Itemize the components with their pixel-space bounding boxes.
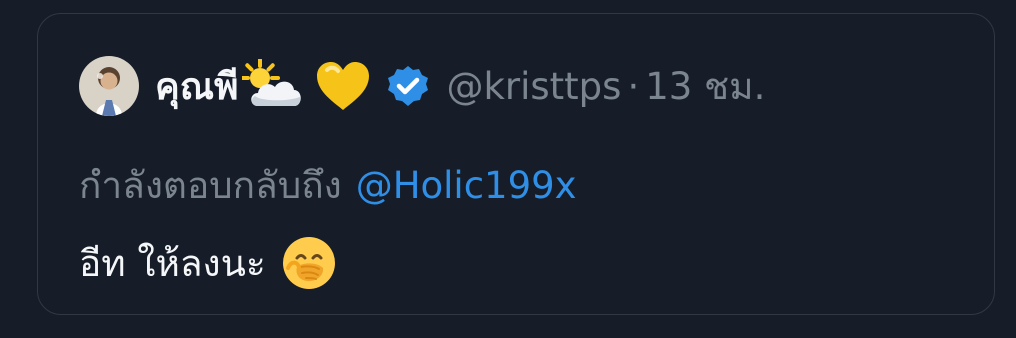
reply-prefix: กำลังตอบกลับถึง: [79, 163, 342, 207]
tweet-header: คุณพี @kristtps · 13 ชม.: [79, 56, 765, 116]
sun-behind-cloud-icon: [242, 59, 306, 113]
tweet-text: อีท ให้ลงนะ: [79, 241, 266, 285]
meta-separator: ·: [627, 64, 640, 108]
author-display-name[interactable]: คุณพี: [155, 68, 238, 105]
face-with-hand-over-mouth-icon: [280, 234, 338, 292]
quoted-tweet-card[interactable]: คุณพี @kristtps · 13 ชม. กำลังตอบกลับถึง…: [37, 13, 995, 315]
reply-target-link[interactable]: @Holic199x: [356, 167, 577, 204]
verified-badge-icon[interactable]: [386, 64, 430, 108]
tweet-timestamp[interactable]: 13 ชม.: [645, 68, 765, 105]
reply-context: กำลังตอบกลับถึง @Holic199x: [79, 160, 577, 210]
tweet-body: อีท ให้ลงนะ: [79, 232, 338, 294]
yellow-heart-icon: [314, 59, 372, 113]
author-handle[interactable]: @kristtps: [446, 68, 621, 105]
avatar[interactable]: [79, 56, 139, 116]
